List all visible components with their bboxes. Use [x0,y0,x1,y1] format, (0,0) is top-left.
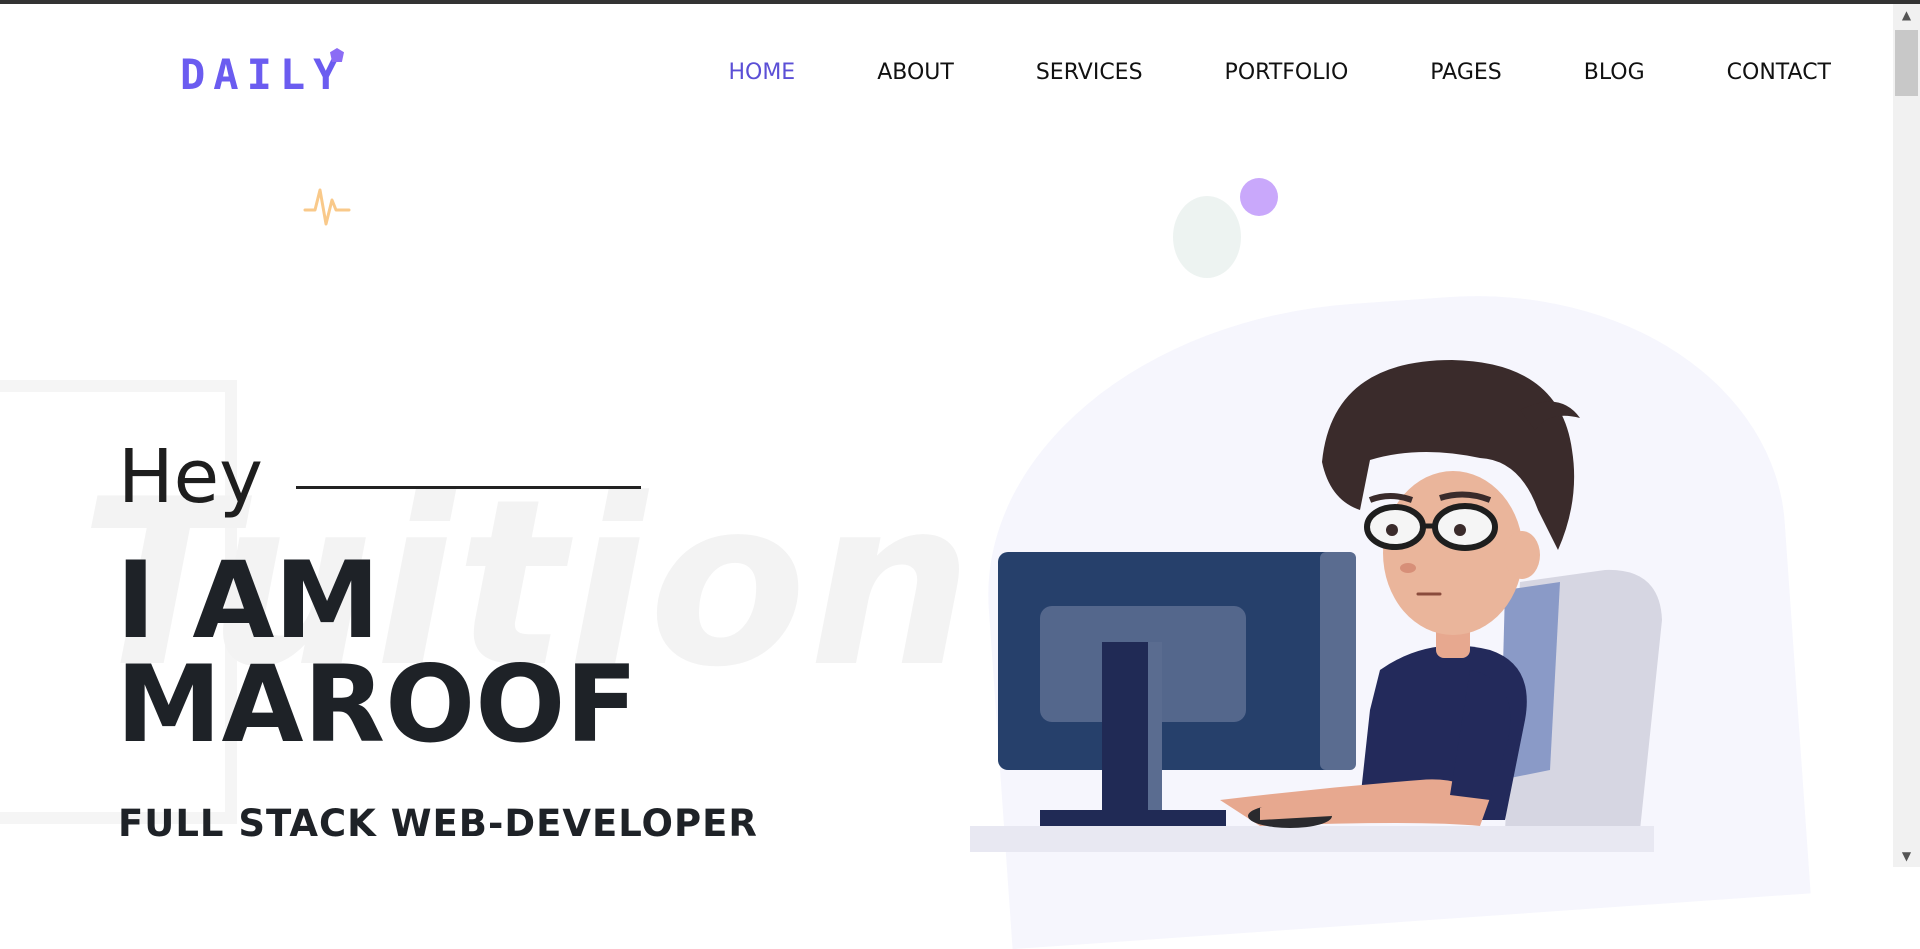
main-nav: HOME ABOUT SERVICES PORTFOLIO PAGES BLOG… [646,60,1831,85]
decor-oval [1173,196,1241,278]
greeting-underline [296,486,641,489]
nav-contact[interactable]: CONTACT [1727,60,1831,85]
site-logo[interactable]: DAILY [180,54,346,96]
developer-illustration [970,360,1662,852]
hero-title-line2: MAROOF [116,643,638,766]
vertical-scrollbar[interactable] [1893,4,1920,867]
decor-circle [1240,178,1278,216]
nav-portfolio[interactable]: PORTFOLIO [1225,60,1349,85]
hero-title-line1: I AM [116,539,380,662]
pulse-icon [303,188,351,226]
scroll-down-icon[interactable]: ▼ [1893,845,1920,867]
nav-blog[interactable]: BLOG [1584,60,1645,85]
nav-about[interactable]: ABOUT [877,60,954,85]
site-header: DAILY HOME ABOUT SERVICES PORTFOLIO PAGE… [0,4,1893,114]
hero-role: FULL STACK WEB-DEVELOPER [118,802,758,845]
scrollbar-thumb[interactable] [1895,30,1918,96]
scroll-up-icon[interactable]: ▲ [1893,4,1920,26]
hero-greeting: Hey [118,434,263,520]
nav-home[interactable]: HOME [728,60,795,85]
nav-pages[interactable]: PAGES [1430,60,1501,85]
nav-services[interactable]: SERVICES [1036,60,1143,85]
